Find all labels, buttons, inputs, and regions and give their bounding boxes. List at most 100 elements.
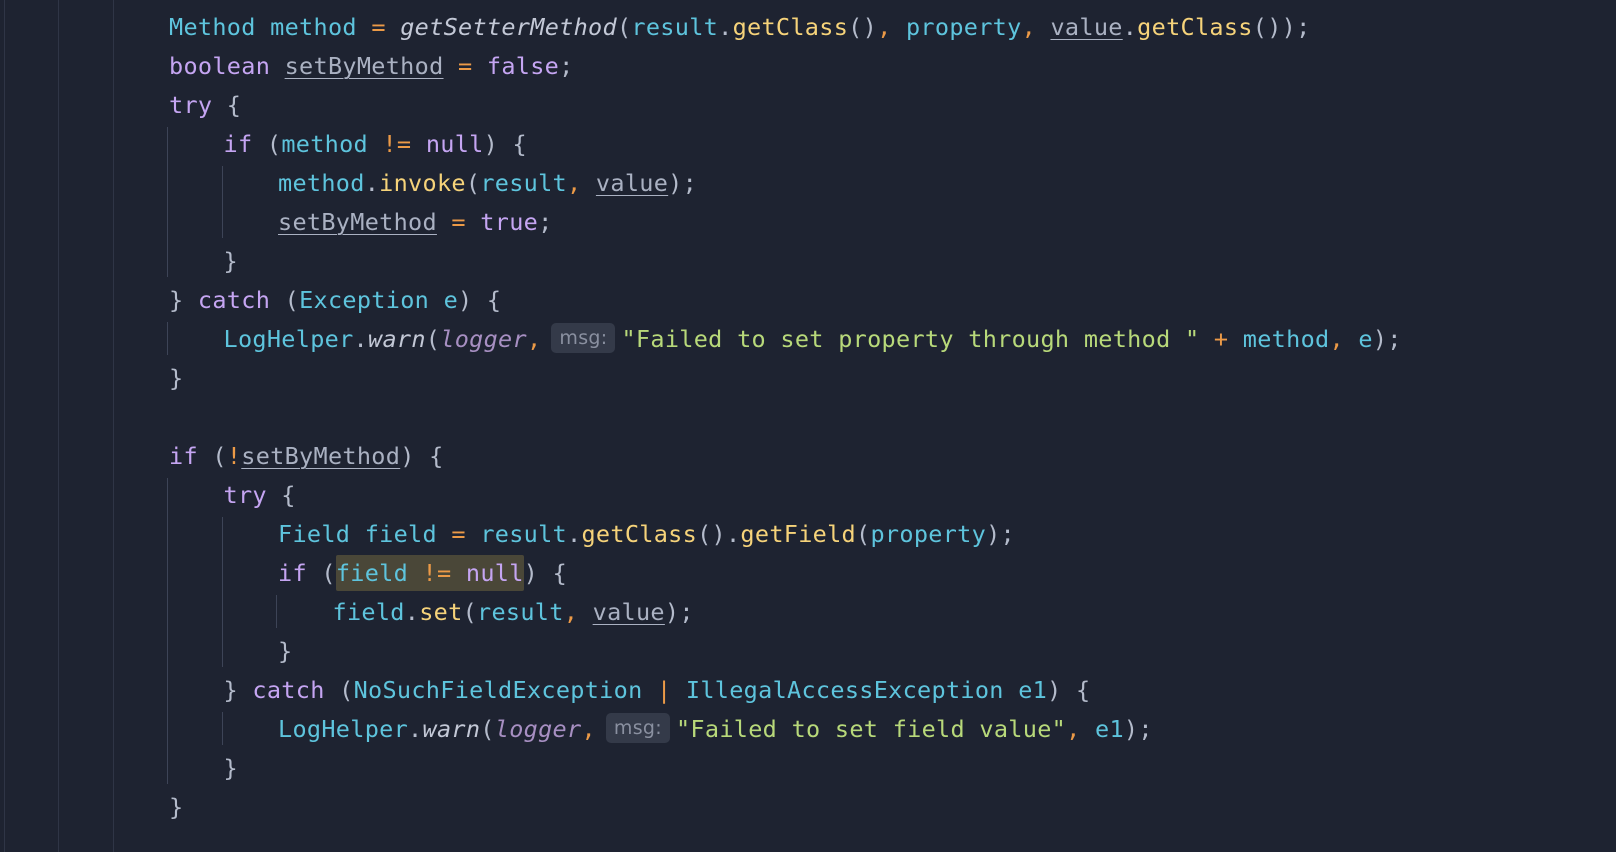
- code-line[interactable]: }: [169, 358, 183, 398]
- code-token: if: [223, 130, 253, 158]
- code-token: value: [1050, 13, 1123, 41]
- code-token: method: [281, 130, 369, 158]
- code-token: ,: [1066, 715, 1081, 743]
- code-token: =: [451, 208, 466, 236]
- code-line[interactable]: } catch (Exception e) {: [169, 280, 501, 320]
- code-token: "Failed to set field value": [675, 715, 1067, 743]
- code-line[interactable]: Field field = result.getClass().getField…: [278, 514, 1015, 554]
- code-line[interactable]: method.invoke(result, value);: [278, 163, 697, 203]
- code-editor[interactable]: Method method = getSetterMethod(result.g…: [0, 0, 1616, 852]
- code-line[interactable]: field.set(result, value);: [333, 592, 694, 632]
- parameter-hint: msg:: [605, 713, 670, 743]
- code-token: (: [480, 715, 495, 743]
- outer-indent-guide: [4, 0, 5, 852]
- code-token: ) {: [523, 559, 568, 587]
- code-token: }: [169, 364, 184, 392]
- indent-guide: [167, 478, 168, 784]
- code-token: field: [364, 520, 437, 548]
- code-token: value: [595, 169, 669, 197]
- code-token: {: [266, 481, 296, 509]
- code-token: setByMethod: [241, 442, 401, 470]
- code-line[interactable]: Method method = getSetterMethod(result.g…: [169, 7, 1311, 47]
- code-token: e1: [1095, 715, 1124, 743]
- indent-guide: [167, 322, 168, 355]
- code-line[interactable]: try {: [169, 85, 241, 125]
- code-token: ) {: [1047, 676, 1091, 704]
- code-token: true: [480, 208, 539, 236]
- code-token: method: [1242, 325, 1330, 353]
- code-token: boolean: [169, 52, 271, 80]
- code-token: Exception: [299, 286, 430, 314]
- code-token: (: [197, 442, 227, 470]
- code-line[interactable]: }: [278, 631, 292, 671]
- code-token: .: [408, 715, 423, 743]
- code-line[interactable]: if (method != null) {: [224, 124, 527, 164]
- code-token: LogHelper: [223, 325, 354, 353]
- outer-indent-guide: [58, 0, 59, 852]
- code-token: getClass: [732, 13, 849, 41]
- code-line[interactable]: setByMethod = true;: [278, 202, 553, 242]
- code-token: setByMethod: [284, 52, 444, 80]
- code-token: ,: [1329, 325, 1344, 353]
- code-token: IllegalAccessException: [685, 676, 1004, 704]
- code-token: ) {: [483, 130, 527, 158]
- code-token: .: [353, 325, 368, 353]
- code-token: ,: [563, 598, 579, 626]
- code-line[interactable]: try {: [224, 475, 296, 515]
- code-line[interactable]: }: [224, 748, 238, 788]
- code-line[interactable]: LogHelper.warn(logger, msg: "Failed to set…: [278, 709, 1153, 749]
- code-line[interactable]: LogHelper.warn(logger, msg: "Failed to set…: [224, 319, 1402, 359]
- code-line[interactable]: boolean setByMethod = false;: [169, 46, 574, 86]
- code-token: |: [656, 676, 672, 704]
- code-token: ,: [567, 169, 582, 197]
- code-token: {: [212, 91, 242, 119]
- code-token: =: [457, 52, 473, 80]
- code-token: }: [278, 637, 293, 665]
- code-token: catch: [197, 286, 271, 314]
- indent-guide: [221, 712, 223, 745]
- code-token: getClass: [1137, 13, 1253, 41]
- code-token: (: [306, 559, 336, 587]
- code-token: e1: [1018, 676, 1048, 704]
- code-token: }: [169, 793, 184, 821]
- code-token: catch: [252, 676, 325, 704]
- code-token: ,: [1021, 13, 1037, 41]
- code-token: logger: [494, 715, 582, 743]
- code-token: (: [324, 676, 354, 704]
- code-line[interactable]: if (!setByMethod) {: [169, 436, 444, 476]
- code-line[interactable]: } catch (NoSuchFieldException | IllegalA…: [224, 670, 1091, 710]
- code-token: getClass: [581, 520, 698, 548]
- code-token: ,: [581, 715, 596, 743]
- code-token: value: [592, 598, 665, 626]
- code-line[interactable]: if (field != null) {: [278, 553, 567, 593]
- code-token: .: [1122, 13, 1138, 41]
- code-token: if: [278, 559, 307, 587]
- indent-guide: [221, 166, 223, 238]
- code-token: property: [905, 13, 1022, 41]
- code-token: if: [169, 442, 198, 470]
- outer-indent-guide: [113, 0, 114, 852]
- code-token: ());: [1252, 13, 1311, 41]
- code-line[interactable]: }: [224, 241, 238, 281]
- code-token: .: [364, 169, 380, 197]
- code-line[interactable]: }: [169, 787, 183, 827]
- code-token: =: [451, 520, 466, 548]
- code-token: );: [986, 520, 1015, 548]
- code-token: );: [664, 598, 694, 626]
- code-token: ) {: [400, 442, 444, 470]
- code-token: field: [332, 598, 405, 626]
- indent-guide: [221, 517, 223, 667]
- code-token: null: [425, 130, 484, 158]
